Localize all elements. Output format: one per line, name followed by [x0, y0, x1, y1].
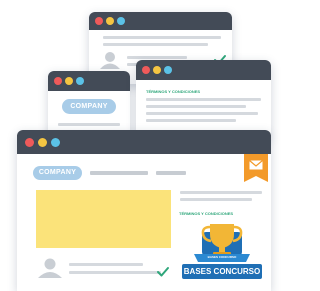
close-button[interactable] [25, 137, 34, 147]
nav-line [90, 171, 148, 175]
trophy-icon [194, 224, 250, 262]
text-line [180, 191, 262, 194]
contest-badge[interactable]: BASES CONCURSO BASES CONCURSO [180, 220, 264, 282]
window-front: COMPANY TÉRMINOS Y CONDICIONES BASES CON… [17, 130, 271, 291]
window-titlebar [17, 130, 271, 154]
window-middle-right: TÉRMINOS Y CONDICIONES [136, 60, 271, 138]
window-titlebar [48, 71, 130, 91]
text-line [103, 36, 221, 39]
mail-ribbon[interactable] [244, 154, 268, 182]
close-button[interactable] [142, 66, 150, 74]
user-avatar-icon [100, 52, 120, 69]
company-logo-pill: COMPANY [33, 166, 82, 180]
text-line [146, 98, 261, 101]
image-placeholder [36, 190, 171, 248]
user-avatar-icon [38, 258, 62, 278]
text-line [146, 112, 258, 115]
window-titlebar [89, 12, 232, 30]
terms-heading: TÉRMINOS Y CONDICIONES [146, 89, 201, 94]
close-button[interactable] [54, 77, 62, 85]
minimize-button[interactable] [38, 137, 47, 147]
text-line [146, 105, 246, 108]
badge-title: BASES CONCURSO [182, 264, 262, 279]
nav-line [156, 171, 186, 175]
close-button[interactable] [95, 17, 103, 25]
maximize-button[interactable] [164, 66, 172, 74]
window-titlebar [136, 60, 271, 80]
company-logo-pill: COMPANY [62, 99, 116, 114]
maximize-button[interactable] [76, 77, 84, 85]
minimize-button[interactable] [153, 66, 161, 74]
text-line [180, 198, 252, 201]
text-line [103, 43, 208, 46]
text-line [69, 271, 161, 274]
text-line [146, 119, 236, 122]
maximize-button[interactable] [117, 17, 125, 25]
text-line [69, 263, 143, 266]
checkmark-icon [157, 267, 169, 277]
terms-heading: TÉRMINOS Y CONDICIONES [179, 211, 234, 216]
text-line [127, 56, 187, 59]
badge-subtitle: BASES CONCURSO [207, 255, 237, 259]
minimize-button[interactable] [65, 77, 73, 85]
minimize-button[interactable] [106, 17, 114, 25]
envelope-icon [249, 160, 263, 170]
maximize-button[interactable] [51, 137, 60, 147]
text-line [58, 123, 120, 126]
